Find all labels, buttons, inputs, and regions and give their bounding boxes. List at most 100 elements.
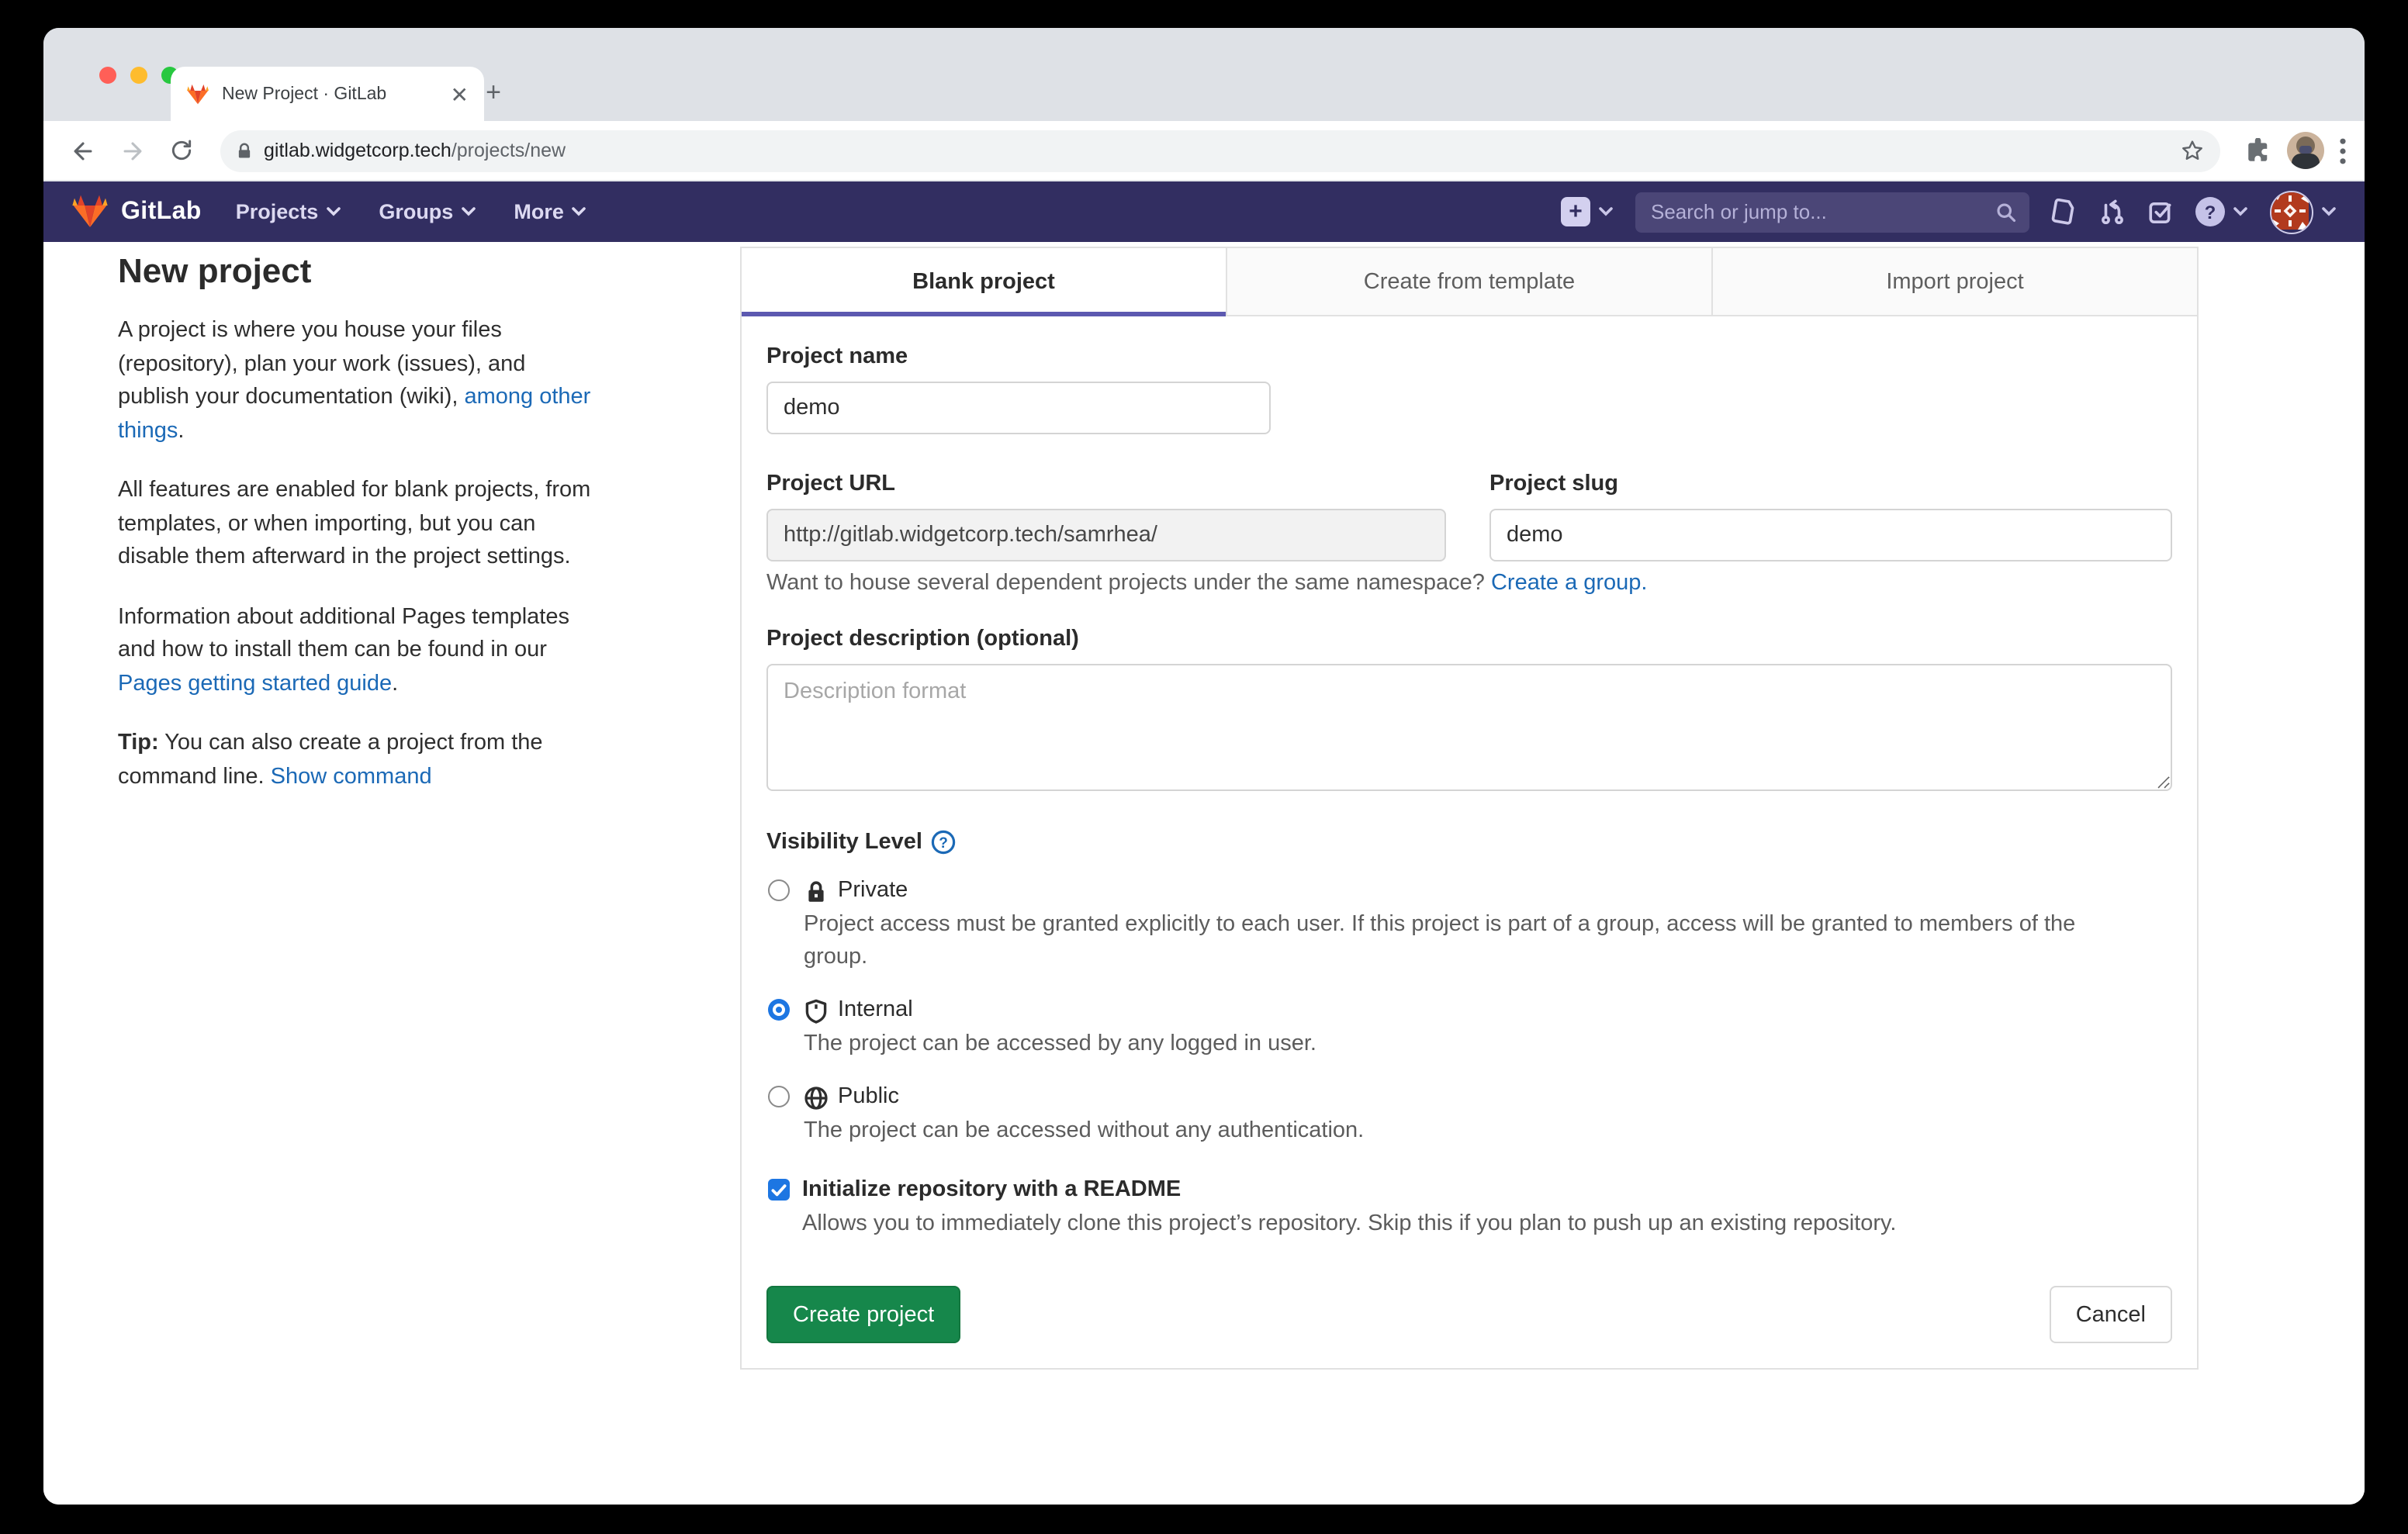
sidebar-paragraph-3: Information about additional Pages templ… bbox=[118, 601, 593, 701]
visibility-option-private[interactable]: Private Project access must be granted e… bbox=[766, 875, 2172, 974]
chevron-down-icon bbox=[2321, 206, 2337, 217]
readme-checkbox[interactable] bbox=[768, 1179, 790, 1201]
bookmark-star-icon[interactable] bbox=[2180, 138, 2205, 163]
internal-option-title: Internal bbox=[804, 994, 2172, 1027]
menu-projects[interactable]: Projects bbox=[236, 200, 342, 223]
private-option-title: Private bbox=[804, 875, 2172, 907]
url-text: gitlab.widgetcorp.tech/projects/new bbox=[264, 140, 2169, 161]
browser-tab[interactable]: New Project · GitLab ✕ bbox=[171, 67, 484, 121]
address-bar[interactable]: gitlab.widgetcorp.tech/projects/new bbox=[220, 130, 2220, 171]
url-path: /projects/new bbox=[452, 140, 566, 161]
lock-icon bbox=[236, 140, 253, 161]
minimize-window-button[interactable] bbox=[130, 67, 147, 84]
gitlab-favicon bbox=[186, 83, 209, 105]
menu-more[interactable]: More bbox=[514, 200, 587, 223]
close-window-button[interactable] bbox=[99, 67, 116, 84]
gitlab-wordmark: GitLab bbox=[121, 198, 202, 226]
gitlab-tanuki-logo bbox=[71, 194, 109, 230]
todo-check-icon bbox=[2147, 199, 2174, 225]
public-option-body: Public The project can be accessed witho… bbox=[804, 1081, 2172, 1148]
help-icon: ? bbox=[2195, 197, 2225, 226]
project-description-textarea[interactable] bbox=[766, 664, 2172, 791]
forward-icon bbox=[119, 137, 145, 164]
cancel-button[interactable]: Cancel bbox=[2050, 1286, 2172, 1343]
sidebar-description: New project A project is where you house… bbox=[118, 251, 593, 821]
back-icon bbox=[69, 137, 95, 164]
internal-label: Internal bbox=[838, 994, 913, 1027]
visibility-option-public[interactable]: Public The project can be accessed witho… bbox=[766, 1081, 2172, 1148]
lock-icon bbox=[804, 879, 829, 903]
create-a-group-link[interactable]: Create a group. bbox=[1491, 571, 1648, 596]
visibility-option-internal[interactable]: Internal The project can be accessed by … bbox=[766, 994, 2172, 1061]
svg-text:?: ? bbox=[939, 835, 949, 852]
private-radio[interactable] bbox=[768, 879, 790, 901]
browser-window: New Project · GitLab ✕ + gitlab.widgetco… bbox=[43, 28, 2365, 1505]
avatar-shoulders bbox=[2292, 154, 2320, 169]
project-type-tabs: Blank project Create from template Impor… bbox=[742, 248, 2197, 316]
gitlab-brand[interactable]: GitLab bbox=[71, 194, 202, 230]
extensions-icon[interactable] bbox=[2245, 137, 2271, 164]
check-icon bbox=[771, 1183, 787, 1197]
user-avatar bbox=[2270, 190, 2313, 233]
project-url-label: Project URL bbox=[766, 472, 1446, 496]
form-actions: Create project Cancel bbox=[766, 1286, 2172, 1343]
tab-blank-project[interactable]: Blank project bbox=[742, 248, 1227, 316]
shield-icon bbox=[804, 998, 829, 1023]
plus-icon: + bbox=[1561, 197, 1590, 226]
browser-toolbar: gitlab.widgetcorp.tech/projects/new bbox=[43, 121, 2365, 181]
reload-button[interactable] bbox=[161, 130, 202, 171]
browser-profile-avatar[interactable] bbox=[2287, 132, 2324, 169]
user-menu-button[interactable] bbox=[2270, 190, 2337, 233]
sidebar-tip: Tip: You can also create a project from … bbox=[118, 727, 593, 794]
avatar-mask bbox=[2299, 146, 2312, 154]
todos-button[interactable] bbox=[2147, 199, 2174, 225]
internal-option-body: Internal The project can be accessed by … bbox=[804, 994, 2172, 1061]
menu-groups[interactable]: Groups bbox=[379, 200, 476, 223]
browser-menu-icon[interactable] bbox=[2340, 137, 2346, 164]
tab-close-icon[interactable]: ✕ bbox=[451, 83, 469, 105]
help-menu-button[interactable]: ? bbox=[2195, 197, 2248, 226]
issues-button[interactable] bbox=[2051, 199, 2078, 225]
forward-button[interactable] bbox=[112, 130, 152, 171]
pages-guide-link[interactable]: Pages getting started guide bbox=[118, 671, 392, 696]
tab-create-from-template[interactable]: Create from template bbox=[1227, 248, 1713, 316]
project-url-input[interactable] bbox=[766, 509, 1446, 561]
readme-checkbox-row[interactable]: Initialize repository with a README Allo… bbox=[766, 1174, 2172, 1241]
merge-requests-button[interactable] bbox=[2099, 199, 2126, 225]
namespace-hint-text: Want to house several dependent projects… bbox=[766, 571, 1491, 596]
global-search[interactable] bbox=[1635, 192, 2029, 232]
new-tab-button[interactable]: + bbox=[475, 74, 512, 112]
p3-end: . bbox=[392, 671, 398, 696]
gitlab-navbar: GitLab Projects Groups More + bbox=[43, 181, 2365, 242]
page-title: New project bbox=[118, 251, 593, 292]
private-description: Project access must be granted explicitl… bbox=[804, 909, 2116, 974]
menu-groups-label: Groups bbox=[379, 200, 453, 223]
show-command-link[interactable]: Show command bbox=[271, 764, 432, 789]
project-name-label: Project name bbox=[766, 344, 2172, 369]
internal-radio[interactable] bbox=[768, 999, 790, 1021]
project-slug-group: Project slug bbox=[1489, 472, 2172, 561]
global-search-input[interactable] bbox=[1648, 199, 1986, 225]
search-icon bbox=[1995, 201, 2017, 223]
new-project-page: New project A project is where you house… bbox=[43, 242, 2365, 1505]
help-question-icon[interactable]: ? bbox=[932, 830, 957, 855]
readme-description: Allows you to immediately clone this pro… bbox=[802, 1208, 2172, 1241]
public-radio[interactable] bbox=[768, 1086, 790, 1107]
new-project-card: Blank project Create from template Impor… bbox=[740, 247, 2199, 1370]
new-menu-button[interactable]: + bbox=[1561, 197, 1614, 226]
visibility-level-label: Visibility Level bbox=[766, 830, 922, 855]
project-url-group: Project URL bbox=[766, 472, 1446, 561]
toolbar-right-cluster bbox=[2239, 132, 2346, 169]
merge-request-icon bbox=[2099, 199, 2126, 225]
back-button[interactable] bbox=[62, 130, 102, 171]
project-slug-input[interactable] bbox=[1489, 509, 2172, 561]
create-project-button[interactable]: Create project bbox=[766, 1286, 960, 1343]
public-label: Public bbox=[838, 1081, 899, 1114]
user-avatar-identicon bbox=[2271, 192, 2309, 229]
tab-import-project[interactable]: Import project bbox=[1713, 248, 2197, 316]
public-option-title: Public bbox=[804, 1081, 2172, 1114]
blank-project-form: Project name Project URL Project slug bbox=[742, 316, 2197, 1368]
gitlab-navbar-right: + ? bbox=[1561, 190, 2337, 233]
sidebar-paragraph-2: All features are enabled for blank proje… bbox=[118, 475, 593, 575]
project-name-input[interactable] bbox=[766, 382, 1271, 434]
